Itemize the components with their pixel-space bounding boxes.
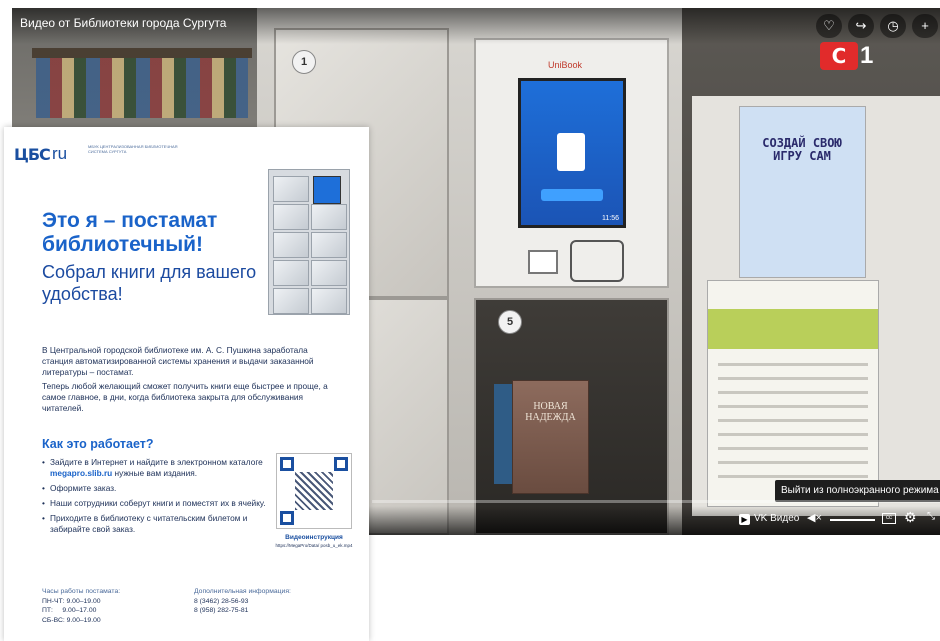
list-item: Приходите в библиотеку с читательским би… bbox=[42, 513, 272, 535]
cbs-logo-mark: ЦБС bbox=[14, 145, 51, 164]
screen-time: 11:56 bbox=[602, 215, 619, 222]
like-button[interactable]: ♡ bbox=[816, 14, 842, 38]
phone-number: 8 (3462) 28-56-93 bbox=[194, 597, 249, 605]
hours-line: СБ-ВС: 9.00–19.00 bbox=[42, 616, 101, 624]
subtitles-icon[interactable]: cc bbox=[882, 513, 896, 524]
cbs-logo-caption: МБУК Централизованная библиотечная систе… bbox=[88, 144, 178, 154]
settings-icon[interactable]: ⚙ bbox=[904, 509, 917, 526]
step-text: нужные вам издания. bbox=[112, 468, 198, 478]
contact-label: Дополнительная информация: bbox=[194, 588, 291, 595]
video-title[interactable]: Видео от Библиотеки города Сургута bbox=[20, 16, 226, 30]
watch-later-button[interactable]: ◷ bbox=[880, 14, 906, 38]
channel-logo: С 1 bbox=[820, 42, 876, 72]
qr-code bbox=[276, 453, 352, 529]
volume-slider[interactable] bbox=[830, 519, 875, 521]
text-line bbox=[718, 475, 868, 478]
opening-hours-label: Часы работы постамата: bbox=[42, 588, 121, 595]
poster-paragraph: В Центральной городской библиотеке им. А… bbox=[42, 345, 314, 377]
steps-list: Зайдите в Интернет и найдите в электронн… bbox=[42, 457, 272, 539]
bookshelf bbox=[32, 48, 252, 58]
step-text: Зайдите в Интернет и найдите в электронн… bbox=[50, 457, 263, 467]
locker-cell bbox=[273, 260, 309, 286]
document-icon bbox=[557, 133, 585, 171]
text-line bbox=[718, 433, 868, 436]
poster-subheading: Собрал книги для вашего удобства! bbox=[42, 262, 257, 304]
screen-button bbox=[541, 189, 603, 201]
add-button[interactable]: + bbox=[912, 14, 938, 38]
share-button[interactable]: ↪ bbox=[848, 14, 874, 38]
text-line bbox=[718, 391, 868, 394]
parcel-locker-illustration bbox=[268, 169, 350, 315]
text-line bbox=[718, 461, 868, 464]
opening-hours: Часы работы постамата: ПН-ЧТ: 9.00–19.00… bbox=[42, 587, 120, 625]
locker-cell bbox=[273, 232, 309, 258]
text-line bbox=[718, 377, 868, 380]
how-it-works-title: Как это работает? bbox=[42, 437, 154, 451]
books-row bbox=[36, 58, 248, 118]
phone-number: 8 (958) 282-75-81 bbox=[194, 607, 249, 614]
kiosk-brand: UniBook bbox=[548, 60, 583, 70]
locker-cell bbox=[273, 204, 309, 230]
cbs-logo: ЦБС ru bbox=[14, 143, 74, 164]
card-slot bbox=[528, 250, 558, 274]
locker-cell bbox=[273, 288, 309, 314]
channel-logo-number: 1 bbox=[860, 42, 874, 69]
qr-url: https://MegaPro/Data/ posb_u_ek.mp4 bbox=[275, 543, 353, 548]
qr-finder bbox=[280, 511, 294, 525]
hours-line: ПТ: 9.00–17.00 bbox=[42, 607, 97, 614]
locker-number: 5 bbox=[498, 310, 522, 334]
locker-cell bbox=[311, 288, 347, 314]
event-poster-band bbox=[708, 309, 878, 349]
qr-finder bbox=[334, 457, 348, 471]
list-item: Зайдите в Интернет и найдите в электронн… bbox=[42, 457, 272, 479]
qr-title: Видеоинструкция bbox=[285, 534, 343, 541]
locker-number: 1 bbox=[292, 50, 316, 74]
poster-paragraph: Теперь любой желающий сможет получить кн… bbox=[42, 381, 328, 413]
channel-logo-mark: С bbox=[820, 42, 858, 70]
exit-fullscreen-tooltip: Выйти из полноэкранного режима bbox=[775, 480, 940, 502]
vk-play-icon[interactable]: ▶ bbox=[739, 514, 750, 525]
cbs-logo-ru: ru bbox=[52, 144, 68, 163]
nfc-reader-icon bbox=[570, 240, 624, 282]
qr-modules bbox=[295, 472, 333, 510]
locker-terminal: UniBook 11:56 bbox=[474, 38, 669, 288]
vk-video-brand[interactable]: VK Видео bbox=[754, 513, 799, 524]
terminal-screen: 11:56 bbox=[518, 78, 626, 228]
book-title: НОВАЯ НАДЕЖДА bbox=[525, 401, 576, 423]
book: НОВАЯ НАДЕЖДА bbox=[512, 380, 589, 494]
book-spine bbox=[494, 384, 512, 484]
contact-info: Дополнительная информация: 8 (3462) 28-5… bbox=[194, 587, 291, 616]
mute-icon[interactable]: ◀× bbox=[807, 511, 822, 524]
hours-line: ПН-ЧТ: 9.00–19.00 bbox=[42, 597, 101, 605]
text-line bbox=[718, 447, 868, 450]
game-poster-title: СОЗДАЙ СВОЮ ИГРУ САМ bbox=[762, 136, 842, 163]
locker-cell bbox=[311, 260, 347, 286]
text-line bbox=[718, 405, 868, 408]
library-poster: ЦБС ru МБУК Централизованная библиотечна… bbox=[4, 127, 369, 641]
locker-cell bbox=[311, 204, 347, 230]
game-poster: СОЗДАЙ СВОЮ ИГРУ САМ bbox=[739, 106, 866, 278]
poster-heading: Это я – постамат библиотечный! bbox=[42, 209, 218, 256]
list-item: Наши сотрудники соберут книги и поместят… bbox=[42, 498, 272, 509]
event-poster bbox=[707, 280, 879, 507]
text-line bbox=[718, 419, 868, 422]
locker-cell bbox=[273, 176, 309, 202]
progress-bar[interactable] bbox=[372, 500, 940, 503]
text-line bbox=[718, 363, 868, 366]
exit-fullscreen-icon[interactable]: ⤡ bbox=[927, 511, 935, 522]
locker-screen bbox=[313, 176, 341, 204]
catalog-link[interactable]: megapro.slib.ru bbox=[50, 468, 112, 478]
locker-cell bbox=[311, 232, 347, 258]
list-item: Оформите заказ. bbox=[42, 483, 272, 494]
qr-finder bbox=[280, 457, 294, 471]
